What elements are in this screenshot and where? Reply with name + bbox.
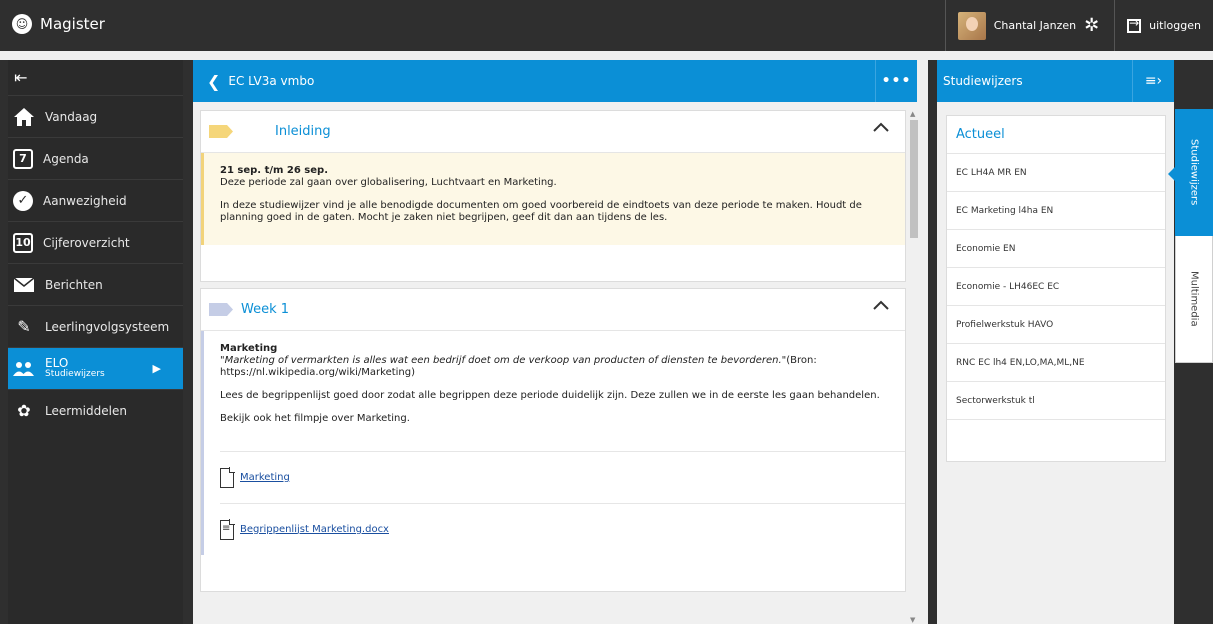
sidebar-item-label: Cijferoverzicht — [43, 235, 130, 250]
main-panel: ❮ EC LV3a vmbo ••• Inleiding 21 sep. t/m… — [193, 60, 928, 624]
people-icon — [13, 358, 35, 380]
list-item[interactable]: Economie - LH46EC EC — [947, 268, 1165, 306]
section-week-1: Week 1 Marketing "Marketing of vermarkte… — [200, 288, 906, 592]
sidebar: ⇤ Vandaag 7 Agenda ✓ Aanwezigheid 10 Cij… — [8, 60, 183, 624]
magister-logo-icon: ☺ — [12, 14, 32, 34]
logout-button[interactable]: uitloggen — [1114, 0, 1213, 51]
attachment-row[interactable]: Begrippenlijst Marketing.docx — [220, 503, 905, 555]
attachment-row[interactable]: Marketing — [220, 451, 905, 503]
right-header: Studiewijzers ≡› — [937, 60, 1174, 102]
date-range: 21 sep. t/m 26 sep. — [220, 165, 328, 176]
envelope-icon — [13, 274, 35, 296]
sidebar-item-elo[interactable]: ELO Studiewijzers ▶ — [8, 347, 183, 389]
content-line: Deze periode zal gaan over globalisering… — [220, 177, 557, 188]
sidebar-item-label: Berichten — [45, 277, 103, 292]
sidebar-item-berichten[interactable]: Berichten — [8, 263, 183, 305]
section-title: Inleiding — [275, 124, 331, 139]
chevron-right-icon: ▶ — [152, 362, 161, 375]
content-paragraph: Bekijk ook het filmpje over Marketing. — [220, 413, 410, 424]
user-menu[interactable]: Chantal Janzen ✲ — [944, 0, 1114, 51]
sidebar-item-aanwezigheid[interactable]: ✓ Aanwezigheid — [8, 179, 183, 221]
section-content: 21 sep. t/m 26 sep. Deze periode zal gaa… — [201, 153, 905, 245]
app-logo[interactable]: ☺ Magister — [12, 14, 105, 34]
section-header[interactable]: Inleiding — [201, 111, 905, 153]
sidebar-item-leermiddelen[interactable]: ✿ Leermiddelen — [8, 389, 183, 431]
pencil-book-icon: ✎ — [17, 317, 31, 336]
tag-icon — [209, 125, 233, 138]
file-icon — [220, 467, 235, 488]
section-title: Week 1 — [241, 302, 290, 317]
sidebar-item-label: Agenda — [43, 151, 89, 166]
attachment-link[interactable]: Marketing — [240, 472, 290, 484]
more-options-button[interactable]: ••• — [875, 60, 917, 102]
chevron-left-icon[interactable]: ❮ — [207, 72, 220, 91]
sidebar-item-label: Leermiddelen — [45, 403, 127, 418]
section-inleiding: Inleiding 21 sep. t/m 26 sep. Deze perio… — [200, 110, 906, 282]
user-name: Chantal Janzen — [993, 19, 1077, 32]
quote-text: "Marketing of vermarkten is alles wat ee… — [220, 355, 787, 366]
section-header[interactable]: Week 1 — [201, 289, 905, 331]
vertical-tabs: Studiewijzers Multimedia — [1168, 109, 1213, 363]
logout-label: uitloggen — [1149, 19, 1201, 32]
chevron-up-icon[interactable] — [873, 300, 889, 310]
top-bar: ☺ Magister Chantal Janzen ✲ uitloggen — [0, 0, 1213, 60]
logout-icon — [1127, 16, 1142, 33]
sidebar-item-label: Leerlingvolgsysteem — [45, 319, 170, 334]
content-paragraph: In deze studiewijzer vind je alle benodi… — [220, 200, 862, 223]
panel-title: Studiewijzers — [943, 74, 1023, 88]
sections-list[interactable]: Inleiding 21 sep. t/m 26 sep. Deze perio… — [200, 110, 906, 624]
grades-icon: 10 — [13, 232, 33, 253]
home-icon — [13, 106, 35, 128]
collapse-panel-icon[interactable]: ≡› — [1132, 60, 1174, 102]
list-item[interactable]: Profielwerkstuk HAVO — [947, 306, 1165, 344]
right-panel: Studiewijzers ≡› Actueel EC LH4A MR EN E… — [937, 60, 1174, 624]
scrollbar[interactable]: ▲ ▼ — [907, 110, 921, 624]
attachment-link[interactable]: Begrippenlijst Marketing.docx — [240, 524, 389, 536]
app-name: Magister — [40, 15, 105, 33]
list-item[interactable]: RNC EC lh4 EN,LO,MA,ML,NE — [947, 344, 1165, 382]
sidebar-item-label: Aanwezigheid — [43, 193, 127, 208]
sidebar-item-cijferoverzicht[interactable]: 10 Cijferoverzicht — [8, 221, 183, 263]
sidebar-item-label: Vandaag — [45, 109, 98, 124]
sidebar-item-vandaag[interactable]: Vandaag — [8, 95, 183, 137]
chevron-up-icon[interactable] — [873, 122, 889, 132]
section-footer — [201, 555, 905, 591]
scroll-down-arrow-icon[interactable]: ▼ — [910, 616, 915, 624]
sidebar-toggle-button[interactable]: ⇤ — [8, 60, 183, 95]
tab-studiewijzers[interactable]: Studiewijzers — [1168, 109, 1213, 236]
tab-multimedia[interactable]: Multimedia — [1175, 236, 1213, 363]
sidebar-item-leerlingvolgsysteem[interactable]: ✎ Leerlingvolgsysteem — [8, 305, 183, 347]
list-heading: Actueel — [947, 116, 1165, 154]
list-item[interactable]: Economie EN — [947, 230, 1165, 268]
document-icon — [220, 519, 235, 540]
section-footer — [201, 245, 905, 281]
scrollbar-thumb[interactable] — [910, 120, 918, 238]
avatar[interactable] — [957, 11, 986, 40]
puzzle-icon: ✿ — [17, 401, 31, 420]
page-title: EC LV3a vmbo — [228, 74, 315, 88]
collapse-menu-icon: ⇤ — [14, 68, 28, 87]
content-paragraph: Lees de begrippenlijst goed door zodat a… — [220, 390, 880, 401]
main-header: ❮ EC LV3a vmbo ••• — [193, 60, 917, 102]
top-bar-divider — [0, 51, 1213, 60]
section-content: Marketing "Marketing of vermarkten is al… — [201, 331, 905, 555]
content-heading: Marketing — [220, 343, 278, 354]
list-item[interactable]: EC LH4A MR EN — [947, 154, 1165, 192]
tag-icon — [209, 303, 233, 316]
list-item[interactable]: EC Marketing l4ha EN — [947, 192, 1165, 230]
checkmark-icon: ✓ — [13, 190, 33, 211]
calendar-icon: 7 — [13, 148, 33, 169]
sidebar-item-sublabel: Studiewijzers — [45, 369, 105, 379]
studiewijzer-list: Actueel EC LH4A MR EN EC Marketing l4ha … — [946, 115, 1166, 462]
scroll-up-arrow-icon[interactable]: ▲ — [910, 110, 915, 118]
gear-icon[interactable]: ✲ — [1084, 16, 1102, 35]
sidebar-item-agenda[interactable]: 7 Agenda — [8, 137, 183, 179]
list-item[interactable]: Sectorwerkstuk tl — [947, 382, 1165, 420]
